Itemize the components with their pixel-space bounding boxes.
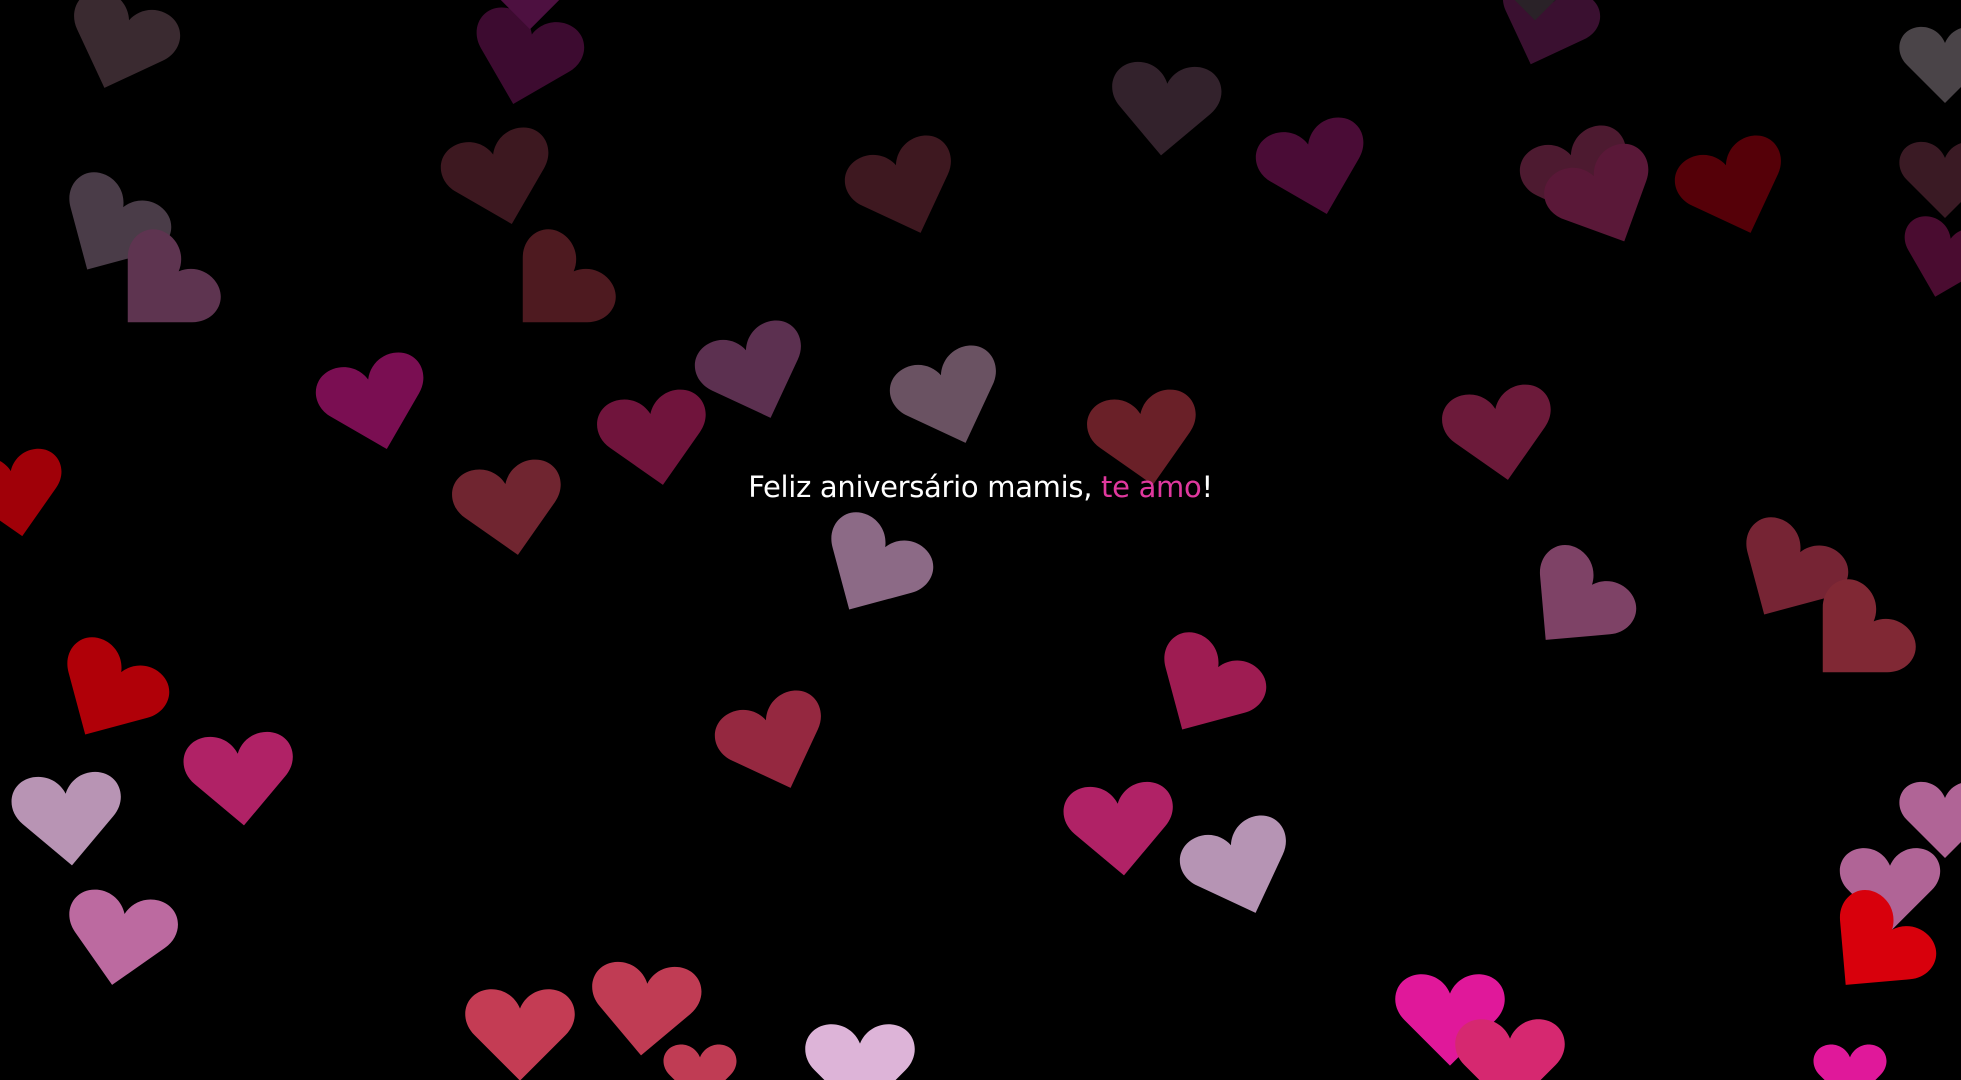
hearts-layer — [0, 0, 1961, 1080]
message-highlight: te amo — [1101, 470, 1202, 504]
message-text: Feliz aniversário mamis, — [748, 470, 1102, 504]
heart-icon — [1810, 1035, 1890, 1080]
heart-icon — [1495, 0, 1575, 30]
heart-icon — [660, 1035, 740, 1080]
heart-icon — [1658, 113, 1812, 267]
heart-icon — [1895, 15, 1961, 115]
heart-icon — [828, 113, 982, 267]
heart-icon — [460, 975, 580, 1080]
heart-icon — [698, 668, 852, 822]
heart-icon — [26, 613, 190, 777]
heart-icon — [1100, 45, 1230, 175]
heart-icon — [1055, 765, 1185, 895]
heart-icon — [302, 332, 449, 479]
heart-icon — [3, 755, 133, 885]
birthday-screen: Feliz aniversário mamis, te amo! — [0, 0, 1961, 1080]
message-end: ! — [1201, 470, 1213, 504]
birthday-message: Feliz aniversário mamis, te amo! — [0, 470, 1961, 504]
heart-icon — [790, 488, 954, 652]
heart-icon — [1163, 793, 1317, 947]
heart-icon — [43, 0, 197, 122]
heart-icon — [175, 715, 305, 845]
heart-icon — [485, 0, 575, 40]
heart-icon — [1123, 608, 1287, 772]
heart-icon — [873, 323, 1027, 477]
heart-icon — [1450, 1005, 1570, 1080]
heart-icon — [440, 440, 579, 579]
heart-icon — [1490, 520, 1659, 689]
heart-icon — [800, 1010, 920, 1080]
heart-icon — [50, 870, 189, 1009]
heart-icon — [1242, 97, 1389, 244]
